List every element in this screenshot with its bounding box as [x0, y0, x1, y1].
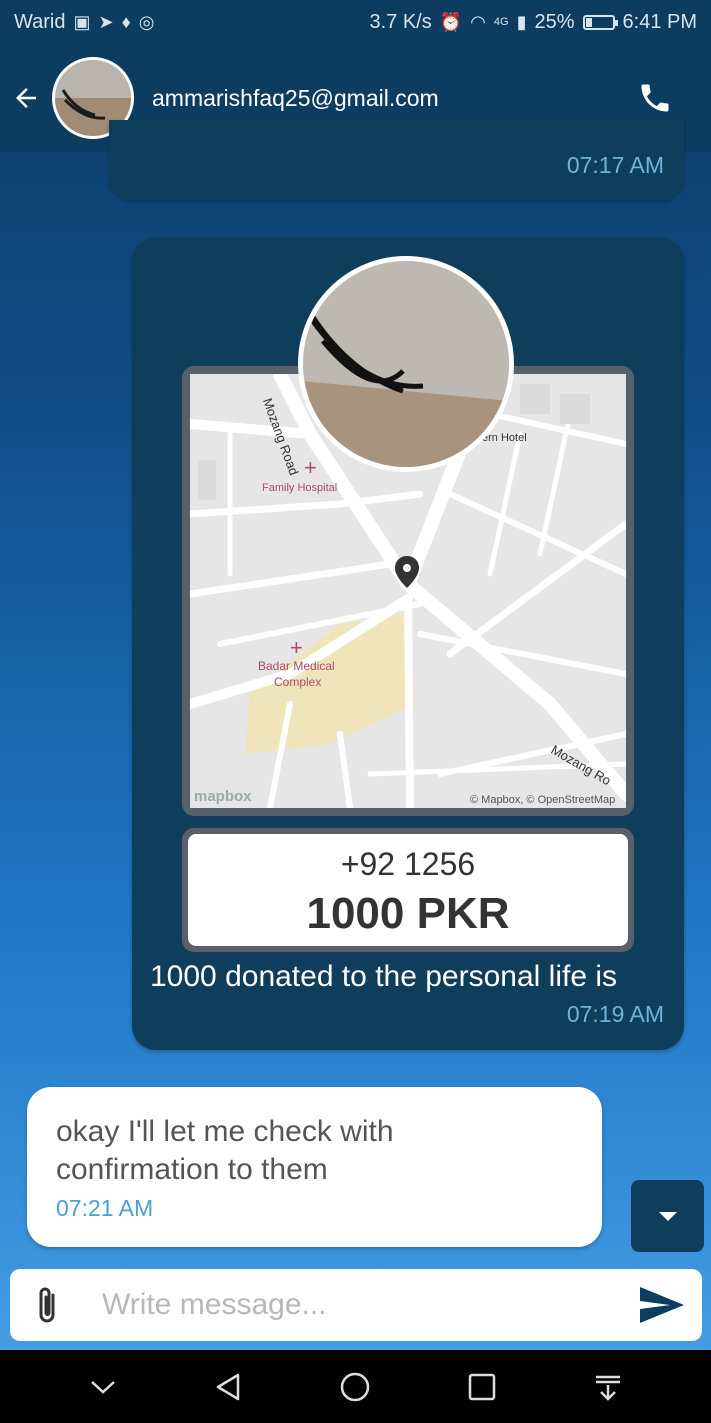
- battery-icon: [582, 14, 618, 30]
- net-speed: 3.7 K/s: [369, 10, 432, 33]
- wifi-icon: ◠: [470, 12, 486, 32]
- back-arrow-icon[interactable]: [4, 76, 48, 120]
- message-composer: [10, 1269, 702, 1341]
- reply-text: okay I'll let me check with confirmation…: [56, 1115, 394, 1186]
- dual-sim-icon: ▣: [73, 12, 91, 32]
- battery-percent: 25%: [534, 10, 575, 33]
- carrier-label: Warid: [14, 10, 66, 33]
- map-medical-label-1: Badar Medical: [258, 659, 335, 673]
- call-icon[interactable]: [627, 70, 683, 126]
- back-icon[interactable]: [199, 1357, 259, 1417]
- notification-pull-icon[interactable]: [578, 1357, 638, 1417]
- map-medical-label-2: Complex: [274, 675, 322, 689]
- signal-icon: ▮: [516, 12, 527, 32]
- status-bar: Warid ▣ ➤ ♦ ◎ 3.7 K/s ⏰ ◠ 4G ▮ 25% 6:41 …: [0, 0, 711, 44]
- system-nav-bar: [0, 1350, 711, 1423]
- message-time: 07:19 AM: [566, 1001, 664, 1027]
- map-hospital-label: Family Hospital: [262, 482, 338, 494]
- twitter-icon: ♦: [121, 12, 131, 32]
- map-hotel-label: ern Hotel: [482, 432, 527, 444]
- caret-down-icon: [658, 1212, 677, 1221]
- donation-caption: 1000 donated to the personal life is: [150, 960, 618, 993]
- collapse-nav-icon[interactable]: [73, 1357, 133, 1417]
- previous-message-bubble: 07:17 AM: [109, 120, 684, 200]
- donation-amount: 1000 PKR: [306, 889, 510, 938]
- message-input[interactable]: [100, 1287, 632, 1323]
- send-icon[interactable]: [632, 1275, 692, 1335]
- map-attribution[interactable]: © Mapbox, © OpenStreetMap: [470, 794, 615, 806]
- svg-text:+: +: [290, 635, 303, 660]
- donor-avatar: [298, 256, 514, 472]
- donation-card-body: +92 1256 1000 PKR: [188, 834, 628, 946]
- donation-message-bubble[interactable]: + + Mozang Road ern Hotel Family Hospita…: [132, 238, 684, 1050]
- whatsapp-icon: ◎: [138, 12, 155, 32]
- attachment-icon[interactable]: [18, 1275, 78, 1335]
- home-icon[interactable]: [325, 1357, 385, 1417]
- donation-phone: +92 1256: [340, 846, 476, 882]
- mapbox-logo: mapbox: [194, 788, 252, 805]
- alarm-icon: ⏰: [439, 12, 463, 32]
- contact-name: ammarishfaq25@gmail.com: [152, 84, 439, 111]
- network-type: 4G: [493, 16, 509, 28]
- message-time: 07:17 AM: [566, 152, 664, 178]
- clock: 6:41 PM: [622, 10, 697, 33]
- message-time: 07:21 AM: [56, 1195, 154, 1221]
- scroll-down-button[interactable]: [631, 1180, 704, 1252]
- recents-icon[interactable]: [452, 1357, 512, 1417]
- reply-message-bubble[interactable]: okay I'll let me check with confirmation…: [27, 1087, 602, 1247]
- donation-card: +92 1256 1000 PKR: [182, 828, 634, 952]
- telegram-icon: ➤: [98, 12, 114, 32]
- svg-text:+: +: [304, 455, 317, 480]
